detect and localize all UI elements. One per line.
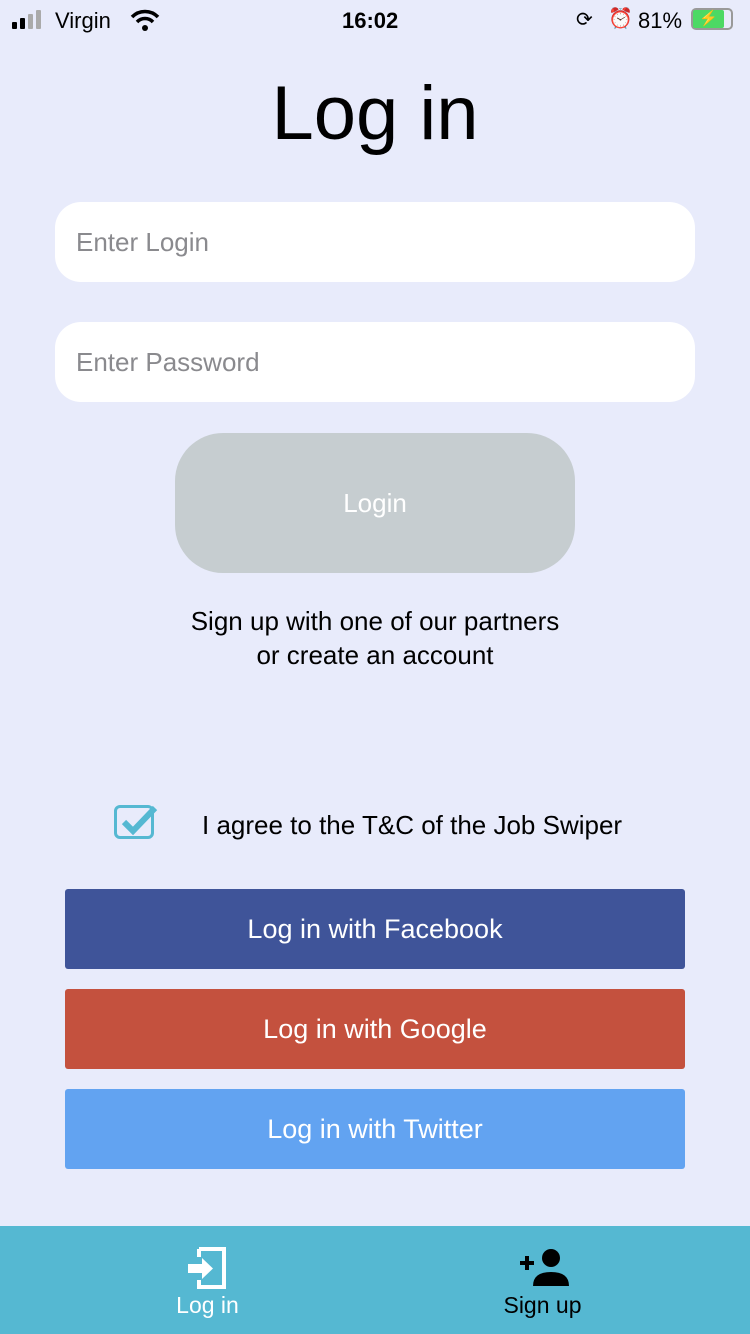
checkmark-icon (121, 805, 158, 836)
tab-login[interactable]: Log in (20, 1226, 395, 1334)
signal-icon (12, 10, 41, 29)
clock: 16:02 (342, 8, 399, 33)
password-input[interactable] (55, 322, 695, 402)
login-input[interactable] (55, 202, 695, 282)
terms-label: I agree to the T&C of the Job Swiper (202, 810, 623, 840)
wifi-icon (130, 9, 160, 31)
status-bar: Virgin 16:02 ⟳ ⏰ 81% ⚡ (0, 0, 750, 40)
battery-icon: ⚡ (691, 8, 733, 30)
tab-login-label: Log in (176, 1292, 239, 1318)
page-title: Log in (271, 71, 479, 156)
tab-bar: Log in Sign up (0, 1226, 750, 1334)
twitter-login-button[interactable]: Log in with Twitter (65, 1089, 685, 1169)
tab-signup[interactable]: Sign up (355, 1226, 730, 1334)
facebook-login-button[interactable]: Log in with Facebook (65, 889, 685, 969)
login-icon (188, 1247, 226, 1289)
alarm-icon: ⏰ (608, 8, 633, 30)
battery-percent: 81% (638, 8, 683, 33)
google-login-button[interactable]: Log in with Google (65, 989, 685, 1069)
info-line-1: Sign up with one of our partners (190, 606, 560, 636)
signup-info: Sign up with one of our partners or crea… (0, 604, 750, 672)
add-user-icon (520, 1249, 569, 1286)
rotation-lock-icon: ⟳ (576, 9, 593, 31)
carrier: Virgin (55, 8, 111, 33)
tab-signup-label: Sign up (503, 1292, 582, 1318)
info-line-2: or create an account (256, 640, 494, 670)
terms-checkbox[interactable] (114, 805, 158, 839)
login-button[interactable]: Login (175, 433, 575, 573)
